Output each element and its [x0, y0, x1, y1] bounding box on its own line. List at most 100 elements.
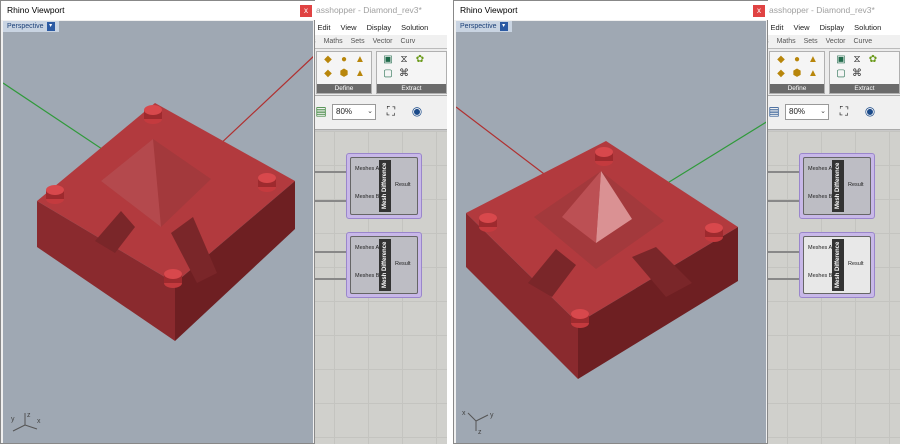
diamond-icon[interactable]: ◆: [776, 69, 786, 79]
mesh-faces-icon[interactable]: ▢: [836, 69, 846, 79]
grasshopper-title: asshopper - Diamond_rev3*: [753, 0, 900, 20]
grasshopper-tab-bar: ramsMathsSetsVectorCurv: [300, 35, 447, 49]
ribbon-group-extract: ▣ ⧖ ✿ ▢ ⌘ Extract: [376, 51, 447, 94]
menu-display[interactable]: Display: [367, 20, 392, 35]
tab-vector[interactable]: Vector: [826, 35, 846, 48]
hexagon-icon[interactable]: ⬢: [339, 69, 349, 79]
input-meshes-a[interactable]: Meshes A: [355, 245, 379, 251]
viewport-label-tab[interactable]: Perspective ▾: [456, 21, 512, 32]
pin-top: [144, 105, 162, 124]
axis-label-y: y: [490, 412, 494, 419]
hexagon-icon[interactable]: ⬢: [792, 69, 802, 79]
menu-display[interactable]: Display: [820, 20, 845, 35]
pin-right: [258, 173, 276, 192]
mesh-split-icon[interactable]: ⌘: [399, 69, 409, 79]
output-result[interactable]: Result: [395, 261, 411, 267]
viewport-label: Perspective: [460, 23, 497, 30]
rhino-viewport-title: Rhino Viewport: [454, 1, 768, 20]
sphere-icon[interactable]: ●: [792, 55, 802, 65]
output-result[interactable]: Result: [848, 182, 864, 188]
zoom-extents-icon[interactable]: ⛶: [384, 104, 398, 118]
preview-eye-icon[interactable]: ◉: [410, 104, 424, 118]
input-meshes-a[interactable]: Meshes A: [808, 166, 832, 172]
input-meshes-b[interactable]: Meshes B: [808, 273, 832, 279]
preview-eye-icon[interactable]: ◉: [863, 104, 877, 118]
pyramid-icon[interactable]: ▲: [355, 69, 365, 79]
node-title: Mesh Difference: [379, 239, 391, 291]
ribbon-group-define: ◆ ● ▲ ◆ ⬢ ▲ Define: [769, 51, 825, 94]
mesh-edges-icon[interactable]: ▣: [836, 55, 846, 65]
left-screenshot: asshopper - Diamond_rev3* ileEditViewDis…: [0, 0, 447, 444]
menu-edit[interactable]: Edit: [771, 20, 784, 35]
menu-view[interactable]: View: [340, 20, 356, 35]
sphere-icon[interactable]: ●: [339, 55, 349, 65]
box-icon[interactable]: ◆: [776, 55, 786, 65]
menu-view[interactable]: View: [793, 20, 809, 35]
axis-label-x: x: [462, 410, 466, 417]
input-meshes-b[interactable]: Meshes B: [355, 273, 379, 279]
input-meshes-b[interactable]: Meshes B: [355, 194, 379, 200]
close-button[interactable]: x: [753, 5, 765, 17]
zoom-extents-icon[interactable]: ⛶: [837, 104, 851, 118]
mesh-edges-icon[interactable]: ▣: [383, 55, 393, 65]
pyramid-icon[interactable]: ▲: [808, 69, 818, 79]
node-body: Meshes A Meshes B Mesh Difference Result: [350, 157, 418, 215]
node-title: Mesh Difference: [832, 160, 844, 212]
pin-bottom: [164, 269, 182, 288]
chevron-down-icon: ⌄: [367, 108, 373, 115]
cone-icon[interactable]: ▲: [808, 55, 818, 65]
tab-maths[interactable]: Maths: [777, 35, 796, 48]
diamond-icon[interactable]: ◆: [323, 69, 333, 79]
menu-solution[interactable]: Solution: [401, 20, 428, 35]
perspective-viewport[interactable]: Perspective ▾ y z x: [3, 21, 313, 443]
mesh-faces-icon[interactable]: ▢: [383, 69, 393, 79]
grasshopper-canvas[interactable]: Meshes A Meshes B Mesh Difference Result…: [300, 131, 447, 444]
tab-sets[interactable]: Sets: [804, 35, 818, 48]
mesh-explode-icon[interactable]: ⧖: [852, 55, 862, 65]
save-icon[interactable]: ▤: [767, 104, 781, 118]
mesh-difference-node-1[interactable]: Meshes A Meshes B Mesh Difference Result: [799, 153, 875, 219]
mesh-difference-node-2[interactable]: Meshes A Meshes B Mesh Difference Result: [799, 232, 875, 298]
grasshopper-canvas[interactable]: Meshes A Meshes B Mesh Difference Result…: [753, 131, 900, 444]
ribbon-group-extract: ▣ ⧖ ✿ ▢ ⌘ Extract: [829, 51, 900, 94]
mesh-vertices-icon[interactable]: ✿: [415, 55, 425, 65]
close-button[interactable]: x: [300, 5, 312, 17]
world-axes-icon: x y z: [462, 410, 494, 435]
tab-curve[interactable]: Curv: [401, 35, 416, 48]
zoom-dropdown[interactable]: 80% ⌄: [332, 104, 376, 120]
tab-maths[interactable]: Maths: [324, 35, 343, 48]
mesh-vertices-icon[interactable]: ✿: [868, 55, 878, 65]
ribbon-label-define: Define: [317, 84, 371, 93]
chevron-down-icon[interactable]: ▾: [46, 21, 55, 31]
output-result[interactable]: Result: [395, 182, 411, 188]
tab-vector[interactable]: Vector: [373, 35, 393, 48]
open-file-icon[interactable]: ▤: [314, 104, 328, 118]
zoom-dropdown[interactable]: 80% ⌄: [785, 104, 829, 120]
grasshopper-menu-bar: ileEditViewDisplaySolution: [753, 20, 900, 35]
mesh-split-icon[interactable]: ⌘: [852, 69, 862, 79]
axis-label-z: z: [478, 429, 482, 435]
ribbon-label-define: Define: [770, 84, 824, 93]
zoom-value: 80%: [336, 107, 353, 116]
mesh-explode-icon[interactable]: ⧖: [399, 55, 409, 65]
menu-edit[interactable]: Edit: [318, 20, 331, 35]
ribbon-label-extract: Extract: [377, 84, 446, 93]
box-icon[interactable]: ◆: [323, 55, 333, 65]
perspective-viewport[interactable]: Perspective ▾ x y z: [456, 21, 766, 443]
input-meshes-a[interactable]: Meshes A: [355, 166, 379, 172]
cone-icon[interactable]: ▲: [355, 55, 365, 65]
axis-label-y: y: [11, 416, 15, 423]
tab-sets[interactable]: Sets: [351, 35, 365, 48]
output-result[interactable]: Result: [848, 261, 864, 267]
menu-solution[interactable]: Solution: [854, 20, 881, 35]
viewport-label-tab[interactable]: Perspective ▾: [3, 21, 59, 32]
mold-model: [3, 56, 313, 341]
zoom-value: 80%: [789, 107, 806, 116]
mesh-difference-node-2[interactable]: Meshes A Meshes B Mesh Difference Result: [346, 232, 422, 298]
input-meshes-b[interactable]: Meshes B: [808, 194, 832, 200]
grasshopper-canvas-toolbar: ▤ 80% ⌄ ⛶ ◉: [753, 96, 900, 130]
tab-curve[interactable]: Curve: [854, 35, 873, 48]
input-meshes-a[interactable]: Meshes A: [808, 245, 832, 251]
chevron-down-icon[interactable]: ▾: [499, 21, 508, 31]
mesh-difference-node-1[interactable]: Meshes A Meshes B Mesh Difference Result: [346, 153, 422, 219]
